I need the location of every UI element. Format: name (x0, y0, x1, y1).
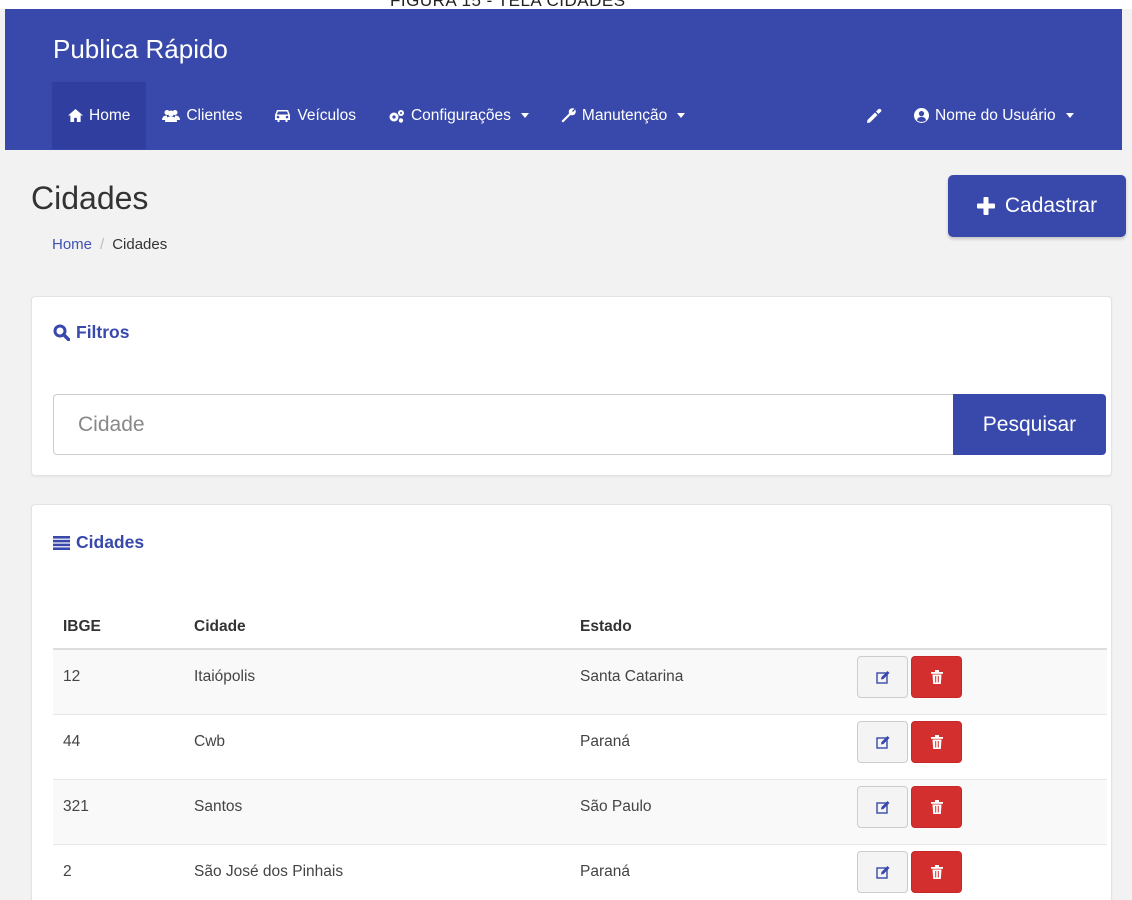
column-header-ibge[interactable]: IBGE (53, 605, 184, 650)
list-icon (53, 535, 70, 550)
pesquisar-button[interactable]: Pesquisar (953, 394, 1106, 455)
row-actions (857, 845, 1107, 893)
eyedropper-icon (867, 108, 882, 123)
edit-button[interactable] (857, 656, 908, 698)
row-actions (857, 715, 1107, 763)
plus-icon (976, 197, 995, 215)
cell-estado: Paraná (570, 843, 851, 900)
cadastrar-button[interactable]: Cadastrar (948, 175, 1126, 237)
edit-button[interactable] (857, 785, 908, 828)
breadcrumb: Home / Cidades (52, 236, 167, 253)
home-icon (68, 109, 83, 122)
nav-item-clientes[interactable]: Clientes (146, 82, 258, 149)
column-header-estado[interactable]: Estado (570, 605, 851, 650)
search-icon (53, 324, 70, 341)
edit-icon (875, 800, 889, 814)
caret-down-icon (520, 113, 529, 118)
eyedropper-button[interactable] (850, 82, 898, 149)
cities-heading-label: Cidades (76, 532, 145, 552)
cities-panel: Cidades IBGE Cidade Estado 12 Itaiópolis… (31, 504, 1112, 900)
delete-button[interactable] (911, 850, 962, 893)
edit-icon (875, 671, 889, 684)
edit-button[interactable] (857, 850, 908, 893)
breadcrumb-separator: / (100, 236, 105, 253)
breadcrumb-current: Cidades (112, 236, 168, 253)
cell-ibge: 321 (53, 778, 184, 844)
breadcrumb-home[interactable]: Home (52, 236, 92, 253)
cell-actions (851, 648, 1107, 714)
nav-item-label: Configurações (410, 106, 511, 124)
nav-item-label: Clientes (186, 106, 243, 124)
cell-cidade: São José dos Pinhais (184, 843, 570, 900)
cell-ibge: 44 (53, 713, 184, 779)
wrench-icon (561, 108, 576, 123)
city-search-input[interactable]: Cidade (53, 394, 953, 455)
cell-cidade: Santos (184, 778, 570, 844)
table-row: 2 São José dos Pinhais Paraná (53, 843, 1107, 900)
search-placeholder: Cidade (78, 412, 145, 436)
cadastrar-label: Cadastrar (1004, 194, 1098, 217)
edit-icon (875, 865, 889, 879)
figure-caption: FIGURA 15 - TELA CIDADES (0, 0, 1132, 9)
cell-estado: Santa Catarina (570, 648, 851, 714)
cogs-icon (389, 109, 404, 123)
table-row: 44 Cwb Paraná (53, 713, 1107, 779)
car-icon (275, 110, 291, 122)
brand[interactable]: Publica Rápido (53, 34, 228, 65)
edit-icon (875, 735, 889, 749)
trash-icon (930, 670, 943, 684)
delete-button[interactable] (911, 785, 962, 828)
user-circle-icon (914, 108, 929, 123)
table-row: 12 Itaiópolis Santa Catarina (53, 648, 1107, 714)
row-actions (857, 780, 1107, 828)
users-icon (162, 110, 181, 122)
row-actions (857, 650, 1107, 698)
cell-ibge: 12 (53, 648, 184, 714)
filter-heading: Filtros (53, 322, 129, 343)
nav-items: Home Clientes Veículos Configurações Man… (52, 82, 701, 149)
nav-item-label: Veículos (297, 106, 356, 124)
column-header-cidade[interactable]: Cidade (184, 605, 570, 650)
cell-estado: São Paulo (570, 778, 851, 844)
nav-item-label: Home (89, 106, 131, 124)
pesquisar-label: Pesquisar (982, 412, 1077, 436)
trash-icon (930, 864, 943, 879)
nav-item-manutencao[interactable]: Manutenção (545, 82, 701, 149)
nav-item-label: Manutenção (581, 106, 668, 124)
nav-item-veiculos[interactable]: Veículos (258, 82, 372, 149)
trash-icon (930, 799, 943, 814)
user-name: Nome do Usuário (935, 106, 1056, 124)
user-menu[interactable]: Nome do Usuário (898, 82, 1090, 149)
nav-item-home[interactable]: Home (52, 82, 147, 149)
edit-button[interactable] (857, 720, 908, 763)
caret-down-icon (677, 113, 686, 118)
filter-panel: Filtros Cidade Pesquisar (31, 296, 1112, 476)
cell-cidade: Itaiópolis (184, 648, 570, 714)
caption-text: FIGURA 15 - TELA CIDADES (390, 0, 626, 9)
cell-actions (851, 713, 1107, 779)
page-title: Cidades (31, 180, 149, 216)
cell-actions (851, 843, 1107, 900)
filter-heading-label: Filtros (76, 322, 130, 342)
nav-item-configuracoes[interactable]: Configurações (372, 82, 545, 149)
delete-button[interactable] (911, 720, 962, 763)
table-row: 321 Santos São Paulo (53, 778, 1107, 844)
cell-estado: Paraná (570, 713, 851, 779)
cell-ibge: 2 (53, 843, 184, 900)
caret-down-icon (1065, 113, 1074, 118)
navbar: Publica Rápido Home Clientes Veículos Co… (5, 9, 1122, 150)
nav-right: Nome do Usuário (850, 82, 1090, 149)
delete-button[interactable] (911, 656, 962, 698)
table-header-row: IBGE Cidade Estado (53, 605, 1107, 650)
cities-heading: Cidades (53, 532, 144, 553)
cell-cidade: Cwb (184, 713, 570, 779)
cell-actions (851, 778, 1107, 844)
cities-table: IBGE Cidade Estado 12 Itaiópolis Santa C… (53, 605, 1107, 900)
column-header-actions (851, 605, 1107, 650)
trash-icon (930, 734, 943, 749)
